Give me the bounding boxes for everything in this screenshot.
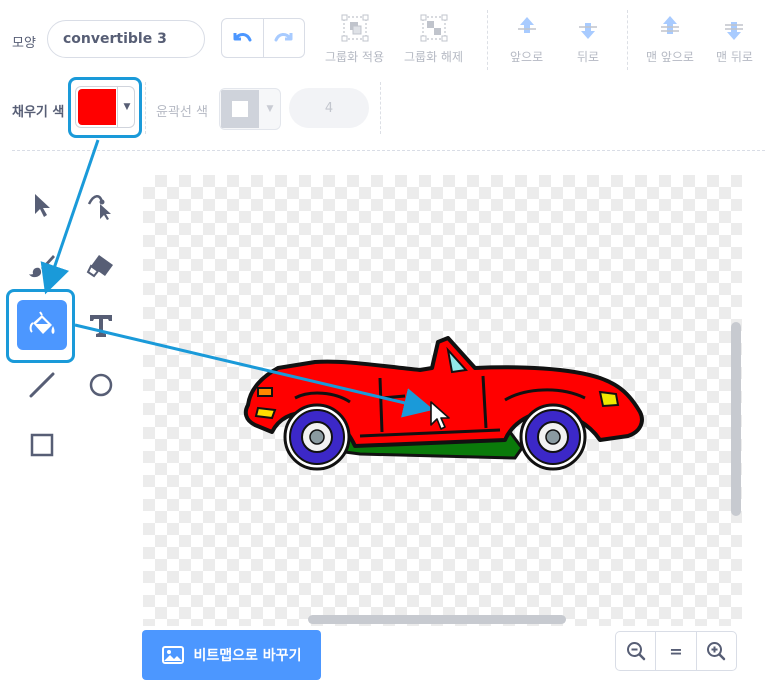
mouse-cursor-icon — [430, 401, 450, 430]
arrow-tool-to-car — [74, 323, 434, 418]
annotation-arrows — [40, 139, 434, 418]
arrow-color-to-tool — [40, 139, 100, 295]
